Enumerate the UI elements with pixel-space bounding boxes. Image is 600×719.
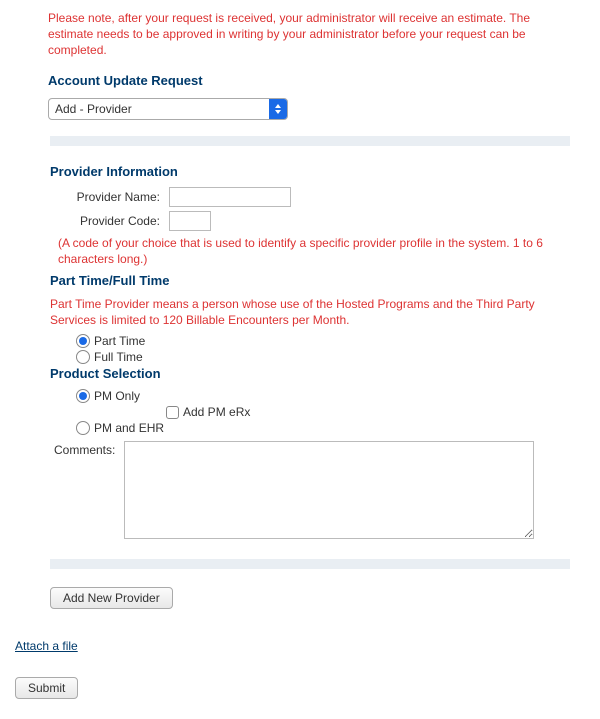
checkbox-icon xyxy=(166,406,179,419)
provider-code-help: (A code of your choice that is used to i… xyxy=(58,235,568,267)
pm-and-ehr-radio[interactable]: PM and EHR xyxy=(76,421,590,435)
provider-information-title: Provider Information xyxy=(50,164,590,179)
attach-file-link[interactable]: Attach a file xyxy=(15,639,78,653)
radio-icon xyxy=(76,389,90,403)
product-selection-title: Product Selection xyxy=(50,366,590,381)
submit-button[interactable]: Submit xyxy=(15,677,78,699)
employment-help: Part Time Provider means a person whose … xyxy=(50,296,560,328)
add-new-provider-button[interactable]: Add New Provider xyxy=(50,587,173,609)
full-time-label: Full Time xyxy=(94,350,143,364)
pm-only-radio[interactable]: PM Only xyxy=(76,389,590,403)
radio-icon xyxy=(76,350,90,364)
provider-code-input[interactable] xyxy=(169,211,211,231)
comments-label: Comments: xyxy=(54,441,124,457)
pm-and-ehr-label: PM and EHR xyxy=(94,421,164,435)
request-type-select[interactable]: Add - Provider xyxy=(48,98,288,120)
comments-row: Comments: xyxy=(54,441,590,539)
product-radio-group: PM Only Add PM eRx PM and EHR xyxy=(76,389,590,435)
employment-radio-group: Part Time Full Time xyxy=(76,334,590,364)
radio-icon xyxy=(76,421,90,435)
provider-code-row: Provider Code: xyxy=(50,211,590,231)
provider-name-row: Provider Name: xyxy=(50,187,590,207)
request-type-select-wrap[interactable]: Add - Provider xyxy=(48,98,288,120)
add-pm-erx-label: Add PM eRx xyxy=(183,405,250,419)
part-time-label: Part Time xyxy=(94,334,145,348)
add-pm-erx-checkbox[interactable]: Add PM eRx xyxy=(166,405,590,419)
provider-code-label: Provider Code: xyxy=(50,214,160,228)
part-time-radio[interactable]: Part Time xyxy=(76,334,590,348)
provider-name-label: Provider Name: xyxy=(50,190,160,204)
section-divider xyxy=(50,136,570,146)
employment-title: Part Time/Full Time xyxy=(50,273,590,288)
full-time-radio[interactable]: Full Time xyxy=(76,350,590,364)
provider-name-input[interactable] xyxy=(169,187,291,207)
account-update-request-title: Account Update Request xyxy=(48,73,590,88)
radio-icon xyxy=(76,334,90,348)
admin-notice: Please note, after your request is recei… xyxy=(48,10,568,59)
pm-only-label: PM Only xyxy=(94,389,140,403)
section-divider-2 xyxy=(50,559,570,569)
comments-textarea[interactable] xyxy=(124,441,534,539)
